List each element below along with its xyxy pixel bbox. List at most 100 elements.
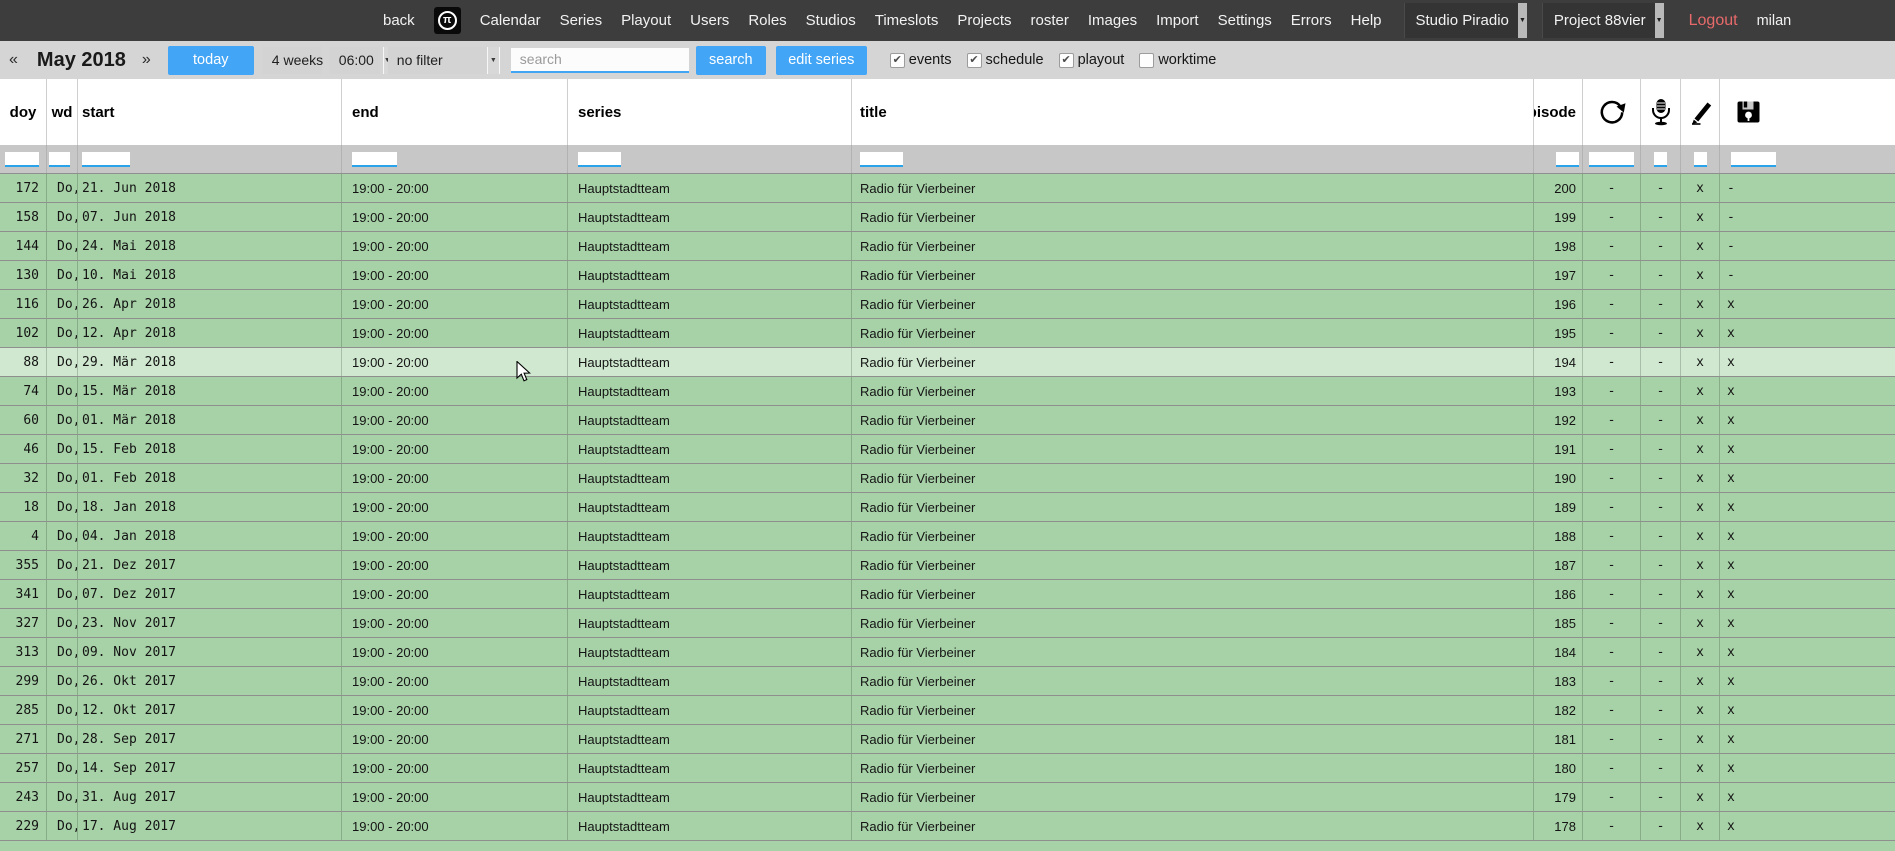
table-row[interactable]: 355 Do, 21. Dez 2017 19:00 - 20:00 Haupt… (0, 551, 1895, 580)
nav-item-roles[interactable]: Roles (748, 12, 786, 29)
logout-link[interactable]: Logout (1689, 12, 1738, 30)
checked-checkbox-icon[interactable]: ✔ (890, 53, 905, 68)
table-row[interactable]: 257 Do, 14. Sep 2017 19:00 - 20:00 Haupt… (0, 754, 1895, 783)
cell-saved-flag: x (1720, 667, 1895, 695)
next-period-button[interactable]: » (138, 51, 155, 69)
nav-item-playout[interactable]: Playout (621, 12, 671, 29)
table-row[interactable]: 102 Do, 12. Apr 2018 19:00 - 20:00 Haupt… (0, 319, 1895, 348)
search-input[interactable] (511, 48, 689, 73)
nav-item-help[interactable]: Help (1351, 12, 1382, 29)
checkbox-worktime[interactable]: worktime (1139, 52, 1216, 68)
table-row[interactable]: 74 Do, 15. Mär 2018 19:00 - 20:00 Haupts… (0, 377, 1895, 406)
table-row[interactable]: 285 Do, 12. Okt 2017 19:00 - 20:00 Haupt… (0, 696, 1895, 725)
cell-episode: 195 (1534, 319, 1583, 347)
cell-weekday: Do, (47, 377, 78, 405)
column-header-start: start (78, 79, 342, 145)
table-row[interactable]: 327 Do, 23. Nov 2017 19:00 - 20:00 Haupt… (0, 609, 1895, 638)
nav-item-users[interactable]: Users (690, 12, 729, 29)
filter-input-doy[interactable] (5, 152, 39, 167)
today-button[interactable]: today (168, 46, 254, 75)
cell-saved-flag: x (1720, 609, 1895, 637)
checkbox-events[interactable]: ✔events (890, 52, 952, 68)
cell-episode: 189 (1534, 493, 1583, 521)
table-row[interactable]: 32 Do, 01. Feb 2018 19:00 - 20:00 Haupts… (0, 464, 1895, 493)
nav-item-import[interactable]: Import (1156, 12, 1199, 29)
prev-period-button[interactable]: « (5, 51, 22, 69)
nav-item-settings[interactable]: Settings (1218, 12, 1272, 29)
filter-input-episode[interactable] (1556, 152, 1579, 167)
filter-input-title[interactable] (860, 152, 903, 167)
cell-saved-flag: x (1720, 783, 1895, 811)
table-row[interactable]: 299 Do, 26. Okt 2017 19:00 - 20:00 Haupt… (0, 667, 1895, 696)
unchecked-checkbox-icon[interactable] (1139, 53, 1154, 68)
cell-recording-flag: - (1641, 725, 1681, 753)
filter-input-recording[interactable] (1654, 152, 1667, 167)
cell-title: Radio für Vierbeiner (852, 609, 1534, 637)
filter-input-saved[interactable] (1731, 152, 1776, 167)
range-select[interactable]: 4 weeks ▼ (262, 47, 322, 74)
checkbox-playout[interactable]: ✔playout (1059, 52, 1125, 68)
cell-weekday: Do, (47, 638, 78, 666)
filter-input-end[interactable] (352, 152, 397, 167)
nav-item-studios[interactable]: Studios (806, 12, 856, 29)
table-row[interactable]: 158 Do, 07. Jun 2018 19:00 - 20:00 Haupt… (0, 203, 1895, 232)
nav-item-projects[interactable]: Projects (957, 12, 1011, 29)
start-time-select[interactable]: 06:00 ▼ (330, 47, 380, 74)
studio-select-scroll[interactable]: ▼ (1518, 3, 1527, 38)
nav-item-roster[interactable]: roster (1031, 12, 1069, 29)
cell-recording-flag: - (1641, 580, 1681, 608)
cell-recording-flag: - (1641, 232, 1681, 260)
table-row[interactable]: 313 Do, 09. Nov 2017 19:00 - 20:00 Haupt… (0, 638, 1895, 667)
edit-series-button[interactable]: edit series (776, 46, 867, 75)
checked-checkbox-icon[interactable]: ✔ (967, 53, 982, 68)
table-row[interactable]: 46 Do, 15. Feb 2018 19:00 - 20:00 Haupts… (0, 435, 1895, 464)
cell-series: Hauptstadtteam (568, 580, 852, 608)
project-select[interactable]: Project 88vier ▼ (1542, 3, 1664, 38)
nav-item-images[interactable]: Images (1088, 12, 1137, 29)
cell-series: Hauptstadtteam (568, 174, 852, 202)
project-select-scroll[interactable]: ▼ (1655, 3, 1664, 38)
studio-select[interactable]: Studio Piradio ▼ (1404, 3, 1527, 38)
table-row[interactable]: 18 Do, 18. Jan 2018 19:00 - 20:00 Haupts… (0, 493, 1895, 522)
table-row[interactable]: 88 Do, 29. Mär 2018 19:00 - 20:00 Haupts… (0, 348, 1895, 377)
table-row[interactable]: 243 Do, 31. Aug 2017 19:00 - 20:00 Haupt… (0, 783, 1895, 812)
nav-item-series[interactable]: Series (560, 12, 603, 29)
nav-item-calendar[interactable]: Calendar (480, 12, 541, 29)
cell-start: 18. Jan 2018 (78, 493, 342, 521)
table-row[interactable]: 130 Do, 10. Mai 2018 19:00 - 20:00 Haupt… (0, 261, 1895, 290)
nav-item-timeslots[interactable]: Timeslots (875, 12, 939, 29)
cell-saved-flag: x (1720, 319, 1895, 347)
filter-input-edited[interactable] (1694, 152, 1707, 167)
filter-input-start[interactable] (82, 152, 130, 167)
cell-saved-flag: - (1720, 232, 1895, 260)
search-button[interactable]: search (696, 46, 766, 75)
app-logo: π (434, 7, 461, 34)
table-header: doy wd start end series title episode (0, 79, 1895, 145)
cell-weekday: Do, (47, 783, 78, 811)
nav-item-errors[interactable]: Errors (1291, 12, 1332, 29)
cell-episode: 182 (1534, 696, 1583, 724)
table-row[interactable]: 229 Do, 17. Aug 2017 19:00 - 20:00 Haupt… (0, 812, 1895, 841)
filter-select-arrow[interactable]: ▼ (487, 47, 500, 74)
table-row[interactable]: 341 Do, 07. Dez 2017 19:00 - 20:00 Haupt… (0, 580, 1895, 609)
table-row[interactable]: 271 Do, 28. Sep 2017 19:00 - 20:00 Haupt… (0, 725, 1895, 754)
cell-episode: 188 (1534, 522, 1583, 550)
table-row-partial[interactable] (0, 841, 1895, 851)
cell-repeat-flag: - (1583, 667, 1641, 695)
back-link[interactable]: back (383, 12, 415, 29)
filter-input-repeat[interactable] (1589, 152, 1634, 167)
toolbar: « May 2018 » today 4 weeks ▼ 06:00 ▼ no … (0, 41, 1895, 79)
checked-checkbox-icon[interactable]: ✔ (1059, 53, 1074, 68)
table-row[interactable]: 116 Do, 26. Apr 2018 19:00 - 20:00 Haupt… (0, 290, 1895, 319)
table-row[interactable]: 144 Do, 24. Mai 2018 19:00 - 20:00 Haupt… (0, 232, 1895, 261)
cell-end: 19:00 - 20:00 (342, 464, 568, 492)
table-row[interactable]: 4 Do, 04. Jan 2018 19:00 - 20:00 Hauptst… (0, 522, 1895, 551)
table-row[interactable]: 60 Do, 01. Mär 2018 19:00 - 20:00 Haupts… (0, 406, 1895, 435)
checkbox-schedule[interactable]: ✔schedule (967, 52, 1044, 68)
table-row[interactable]: 172 Do, 21. Jun 2018 19:00 - 20:00 Haupt… (0, 174, 1895, 203)
cell-episode: 178 (1534, 812, 1583, 840)
filter-select[interactable]: no filter ▼ (388, 47, 500, 74)
cell-title: Radio für Vierbeiner (852, 493, 1534, 521)
filter-input-series[interactable] (578, 152, 621, 167)
filter-input-wd[interactable] (49, 152, 70, 167)
